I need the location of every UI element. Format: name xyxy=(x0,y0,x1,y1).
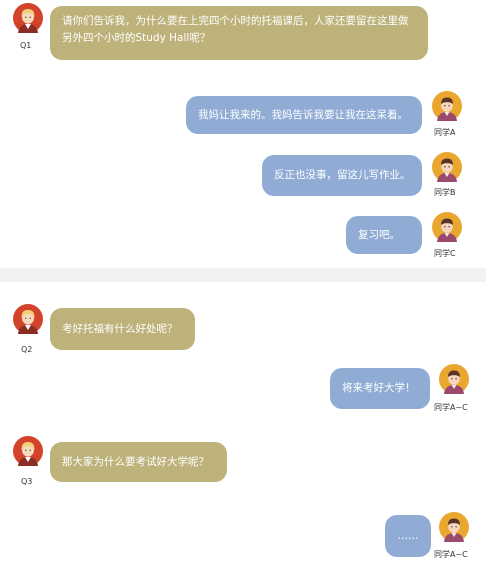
section-divider xyxy=(0,268,486,282)
message-bubble: 我妈让我来的。我妈告诉我要让我在这呆着。 xyxy=(186,96,422,134)
speaker-label: 同学A~C xyxy=(434,403,468,412)
student-avatar-icon xyxy=(432,91,462,121)
student-avatar-icon xyxy=(439,364,469,394)
speaker-label: Q2 xyxy=(21,345,33,354)
message-row: Q3 那大家为什么要考试好大学呢？ xyxy=(0,433,486,493)
message-bubble: 将来考好大学！ xyxy=(330,368,430,409)
student-avatar-icon xyxy=(439,512,469,542)
teacher-avatar-icon xyxy=(13,304,43,334)
message-bubble: 请你们告诉我，为什么要在上完四个小时的托福课后，人家还要留在这里做另外四个小时的… xyxy=(50,6,428,60)
student-avatar-icon xyxy=(432,152,462,182)
message-row: 同学A~C …… xyxy=(0,505,486,565)
message-row: 同学B 反正也没事，留这儿写作业。 xyxy=(0,150,486,205)
message-row: Q1 请你们告诉我，为什么要在上完四个小时的托福课后，人家还要留在这里做另外四个… xyxy=(0,0,486,68)
teacher-avatar-icon xyxy=(13,3,43,33)
message-bubble: 那大家为什么要考试好大学呢？ xyxy=(50,442,227,482)
speaker-label: 同学B xyxy=(434,188,456,197)
message-bubble: 反正也没事，留这儿写作业。 xyxy=(262,155,422,196)
speaker-label: Q1 xyxy=(20,41,32,50)
message-bubble: 复习吧。 xyxy=(346,216,422,254)
message-bubble: 考好托福有什么好处呢？ xyxy=(50,308,195,350)
speaker-label: 同学A~C xyxy=(434,550,468,559)
message-row: 同学C 复习吧。 xyxy=(0,208,486,263)
speaker-label: Q3 xyxy=(21,477,33,486)
message-row: 同学A 我妈让我来的。我妈告诉我要让我在这呆着。 xyxy=(0,88,486,143)
speaker-label: 同学C xyxy=(434,249,456,258)
message-row: 同学A~C 将来考好大学！ xyxy=(0,360,486,420)
teacher-avatar-icon xyxy=(13,436,43,466)
speaker-label: 同学A xyxy=(434,128,456,137)
student-avatar-icon xyxy=(432,212,462,242)
message-bubble: …… xyxy=(385,515,431,557)
message-row: Q2 考好托福有什么好处呢？ xyxy=(0,300,486,360)
